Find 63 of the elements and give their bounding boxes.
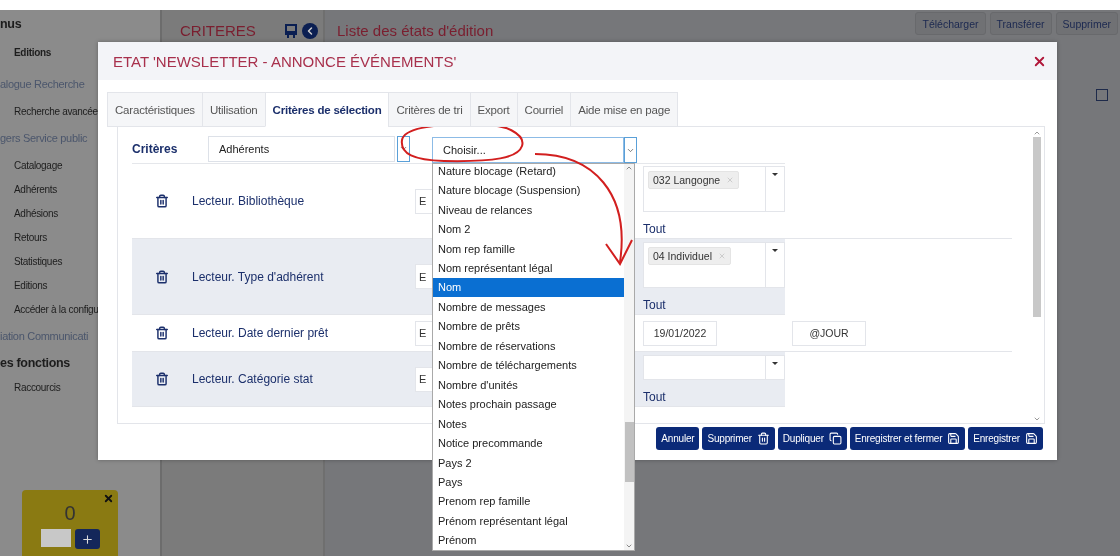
tab[interactable]: Aide mise en page bbox=[570, 92, 679, 127]
footer-button[interactable]: Dupliquer bbox=[777, 427, 847, 450]
dropdown-option[interactable]: Nom bbox=[433, 277, 624, 298]
footer-button[interactable]: Annuler bbox=[656, 427, 700, 450]
multi-select-field[interactable]: 032 Langogne bbox=[643, 166, 785, 212]
plus-icon bbox=[80, 532, 94, 546]
sidebar-item[interactable]: nus bbox=[0, 12, 160, 36]
scrollbar-thumb[interactable] bbox=[1033, 137, 1041, 317]
scrollbar-thumb[interactable] bbox=[624, 422, 634, 482]
trash-icon bbox=[756, 432, 770, 445]
scrollbar[interactable] bbox=[624, 164, 634, 550]
category-select[interactable]: Adhérents bbox=[208, 135, 395, 162]
dropdown-arrow-icon[interactable] bbox=[772, 248, 778, 252]
tab[interactable]: Courriel bbox=[516, 92, 572, 127]
multi-select-field[interactable] bbox=[643, 354, 785, 380]
chevron-down-icon[interactable] bbox=[1033, 415, 1041, 423]
select-all-link[interactable]: Tout bbox=[643, 389, 785, 404]
criterion-label: Lecteur. Bibliothèque bbox=[192, 194, 306, 208]
chevron-down-icon[interactable] bbox=[397, 135, 410, 162]
dropdown-arrow-icon[interactable] bbox=[772, 361, 778, 365]
footer-button[interactable]: Enregistrer bbox=[968, 427, 1043, 450]
tab[interactable]: Utilisation bbox=[201, 92, 266, 127]
chevron-up-icon[interactable] bbox=[625, 164, 633, 172]
scrollbar[interactable] bbox=[1032, 129, 1042, 423]
desk-icon[interactable] bbox=[284, 24, 298, 38]
operator-field[interactable]: E bbox=[415, 188, 433, 214]
dialog-title: ETAT 'NEWSLETTER - ANNONCE ÉVÉNEMENTS' bbox=[113, 52, 457, 70]
multi-select-field[interactable]: 04 Individuel bbox=[643, 241, 785, 288]
footer-button[interactable]: Enregistrer et fermer bbox=[849, 427, 966, 450]
criterion-label: Lecteur. Catégorie stat bbox=[192, 372, 314, 386]
tab[interactable]: Critères de sélection bbox=[264, 92, 390, 127]
operator-field[interactable]: E bbox=[415, 264, 433, 289]
field-select[interactable]: Choisir... bbox=[432, 137, 624, 163]
tab[interactable]: Critères de tri bbox=[388, 92, 471, 127]
footer-button[interactable]: Supprimer bbox=[702, 427, 775, 450]
criterion-label: Lecteur. Type d'adhérent bbox=[192, 269, 325, 284]
value-field[interactable]: @JOUR bbox=[792, 320, 866, 346]
tab[interactable]: Export bbox=[469, 92, 518, 127]
operator-field[interactable]: E bbox=[415, 320, 433, 346]
date-field[interactable]: 19/01/2022 bbox=[643, 320, 717, 346]
input-field[interactable] bbox=[40, 529, 71, 547]
checkbox[interactable] bbox=[1096, 89, 1108, 101]
tag: 032 Langogne bbox=[648, 171, 740, 189]
close-icon[interactable] bbox=[103, 493, 114, 504]
criterion-label: Lecteur. Date dernier prêt bbox=[192, 326, 330, 340]
dropdown-arrow-icon[interactable] bbox=[772, 173, 778, 176]
copy-icon bbox=[828, 432, 842, 445]
page-title: Liste des états d'édition bbox=[337, 22, 494, 39]
operator-field[interactable]: E bbox=[415, 366, 433, 392]
criteria-label: Critères bbox=[132, 141, 179, 156]
chevron-up-icon[interactable] bbox=[1033, 129, 1041, 137]
save-icon bbox=[947, 432, 961, 445]
save-icon bbox=[1025, 432, 1038, 445]
select-all-link[interactable]: Tout bbox=[643, 297, 785, 312]
chevron-down-icon[interactable] bbox=[625, 542, 633, 550]
collapse-button[interactable] bbox=[302, 23, 318, 39]
select-all-link[interactable]: Tout bbox=[643, 222, 785, 236]
column-title: CRITERES bbox=[180, 22, 257, 39]
chevron-down-icon[interactable] bbox=[624, 137, 637, 163]
counter-value: 0 bbox=[64, 502, 76, 525]
tag: 04 Individuel bbox=[648, 246, 731, 265]
add-button[interactable] bbox=[74, 529, 100, 549]
tab[interactable]: Caractéristiques bbox=[107, 92, 203, 127]
